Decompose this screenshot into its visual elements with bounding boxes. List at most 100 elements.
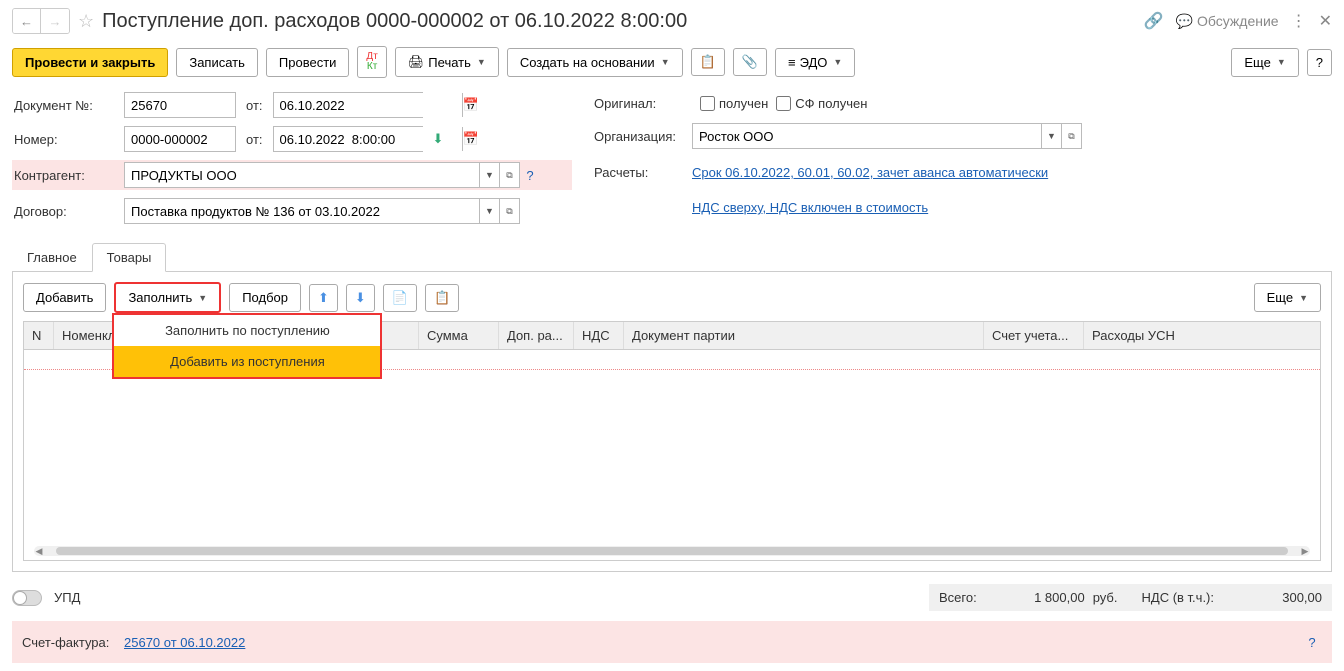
received-checkbox-wrap[interactable]: получен: [700, 96, 768, 111]
create-based-label: Создать на основании: [520, 55, 655, 70]
table-body[interactable]: [24, 350, 1320, 550]
col-sum[interactable]: Сумма: [419, 322, 499, 349]
calendar-icon[interactable]: 📅: [462, 127, 479, 151]
kebab-menu-icon[interactable]: ⋮: [1291, 11, 1307, 31]
paperclip-icon: 📎: [742, 54, 758, 70]
dtkt-button[interactable]: ДтКт: [357, 46, 386, 78]
open-icon[interactable]: ⧉: [499, 199, 519, 223]
calendar-icon[interactable]: 📅: [462, 93, 479, 117]
horizontal-scrollbar[interactable]: ◀ ▶: [34, 546, 1310, 556]
add-button[interactable]: Добавить: [23, 283, 106, 312]
col-n[interactable]: N: [24, 322, 54, 349]
contractor-label: Контрагент:: [12, 164, 124, 187]
post-button[interactable]: Провести: [266, 48, 350, 77]
move-down-button[interactable]: ⬇: [346, 284, 375, 312]
upd-label: УПД: [54, 590, 80, 605]
from-label-2: от:: [236, 132, 273, 147]
col-account[interactable]: Счет учета...: [984, 322, 1084, 349]
close-icon[interactable]: ✕: [1319, 11, 1332, 31]
toggle-knob: [13, 591, 27, 605]
scrollbar-thumb[interactable]: [56, 547, 1288, 555]
print-button[interactable]: 🖨 Печать ▼: [395, 47, 499, 77]
chevron-down-icon[interactable]: ▼: [479, 163, 499, 187]
total-value: 1 800,00: [985, 590, 1085, 605]
col-batch-doc[interactable]: Документ партии: [624, 322, 984, 349]
doc-num-label: Документ №:: [12, 94, 124, 117]
nav-forward-button[interactable]: →: [41, 9, 69, 33]
discuss-button[interactable]: 💬 Обсуждение: [1176, 13, 1279, 30]
vat-spacer: [592, 204, 692, 212]
sf-received-label: СФ получен: [795, 96, 867, 111]
open-icon[interactable]: ⧉: [1061, 124, 1081, 148]
vat-total-label: НДС (в т.ч.):: [1142, 590, 1215, 605]
link-icon[interactable]: 🔗: [1144, 11, 1164, 31]
doc-num-input[interactable]: [124, 92, 236, 118]
scroll-right-icon[interactable]: ▶: [1300, 546, 1310, 557]
org-input[interactable]: [693, 124, 1041, 148]
edo-label: ЭДО: [800, 55, 828, 70]
original-label: Оригинал:: [592, 92, 692, 115]
move-up-button[interactable]: ⬆: [309, 284, 338, 312]
nav-back-button[interactable]: ←: [13, 9, 41, 33]
tab-main[interactable]: Главное: [12, 243, 92, 272]
contractor-input[interactable]: [125, 163, 479, 187]
invoice-link[interactable]: 25670 от 06.10.2022: [124, 635, 245, 650]
col-usn-exp[interactable]: Расходы УСН: [1084, 322, 1320, 349]
printer-icon: 🖨: [408, 54, 425, 70]
invoice-help[interactable]: ?: [1302, 629, 1322, 655]
discuss-label: Обсуждение: [1197, 13, 1279, 29]
edo-button[interactable]: ≡ ЭДО ▼: [775, 48, 855, 77]
menu-item-add-from-receipt[interactable]: Добавить из поступления: [114, 346, 380, 377]
vat-link[interactable]: НДС сверху, НДС включен в стоимость: [692, 200, 928, 215]
help-button[interactable]: ?: [1307, 49, 1332, 76]
contractor-help[interactable]: ?: [520, 162, 540, 188]
col-add-exp[interactable]: Доп. ра...: [499, 322, 574, 349]
chevron-down-icon: ▼: [1299, 293, 1308, 303]
save-button[interactable]: Записать: [176, 48, 258, 77]
vat-total-value: 300,00: [1222, 590, 1322, 605]
favorite-star-icon[interactable]: ☆: [78, 11, 94, 32]
chevron-down-icon: ▼: [477, 57, 486, 67]
paste-button[interactable]: 📋: [425, 284, 459, 312]
invoice-label: Счет-фактура:: [22, 635, 124, 650]
create-based-on-button[interactable]: Создать на основании ▼: [507, 48, 683, 77]
scroll-left-icon[interactable]: ◀: [34, 546, 44, 557]
sf-received-checkbox-wrap[interactable]: СФ получен: [776, 96, 867, 111]
more-label: Еще: [1244, 55, 1270, 70]
dtkt-icon: ДтКт: [366, 52, 377, 72]
chevron-down-icon[interactable]: ▼: [479, 199, 499, 223]
chevron-down-icon: ▼: [833, 57, 842, 67]
currency-label: руб.: [1093, 590, 1118, 605]
org-label: Организация:: [592, 125, 692, 148]
tab-goods[interactable]: Товары: [92, 243, 167, 272]
chevron-down-icon[interactable]: ▼: [1041, 124, 1061, 148]
select-button[interactable]: Подбор: [229, 283, 301, 312]
from-label-1: от:: [236, 98, 273, 113]
chat-icon: 💬: [1176, 13, 1193, 30]
tab-more-button[interactable]: Еще ▼: [1254, 283, 1321, 312]
contract-label: Договор:: [12, 200, 124, 223]
calc-link[interactable]: Срок 06.10.2022, 60.01, 60.02, зачет ава…: [692, 165, 1048, 180]
open-icon[interactable]: ⧉: [499, 163, 519, 187]
attach-button[interactable]: 📎: [733, 48, 767, 76]
menu-item-fill-by-receipt[interactable]: Заполнить по поступлению: [114, 315, 380, 346]
copy-button[interactable]: 📄: [383, 284, 417, 312]
window-title: Поступление доп. расходов 0000-000002 от…: [102, 10, 1136, 33]
fill-dropdown-menu: Заполнить по поступлению Добавить из пос…: [112, 313, 382, 379]
col-vat[interactable]: НДС: [574, 322, 624, 349]
sf-received-checkbox[interactable]: [776, 96, 791, 111]
upd-toggle[interactable]: [12, 590, 42, 606]
more-button[interactable]: Еще ▼: [1231, 48, 1298, 77]
total-label: Всего:: [939, 590, 977, 605]
related-docs-button[interactable]: 📋: [691, 48, 725, 76]
fill-button[interactable]: Заполнить ▼: [114, 282, 221, 313]
received-label: получен: [719, 96, 768, 111]
download-icon[interactable]: ⬇: [433, 131, 444, 147]
number-input[interactable]: [124, 126, 236, 152]
post-and-close-button[interactable]: Провести и закрыть: [12, 48, 168, 77]
doc-date-input[interactable]: [274, 93, 462, 117]
tab-more-label: Еще: [1267, 290, 1293, 305]
chevron-down-icon: ▼: [661, 57, 670, 67]
contract-input[interactable]: [125, 199, 479, 223]
received-checkbox[interactable]: [700, 96, 715, 111]
